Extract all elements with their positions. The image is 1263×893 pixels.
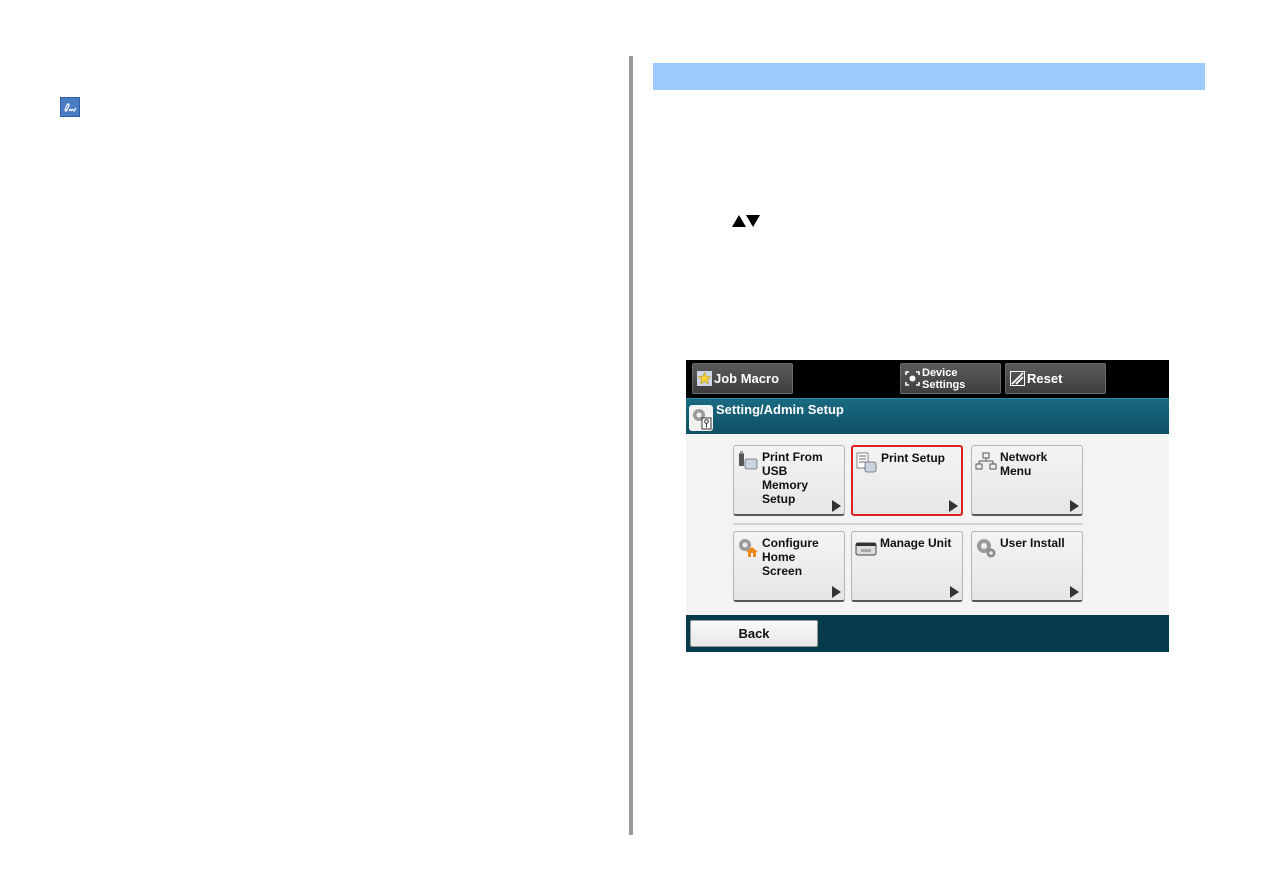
user-install-icon [975, 537, 997, 559]
back-button[interactable]: Back [690, 620, 818, 647]
tile-label: Manage Unit [880, 536, 952, 550]
row-separator [733, 523, 1083, 525]
operator-panel-screen: Job Macro Device Settings Reset Setting/… [686, 360, 1169, 652]
tile-manage-unit[interactable]: Manage Unit [851, 531, 963, 602]
chevron-right-icon [1070, 500, 1079, 512]
chevron-right-icon [949, 500, 958, 512]
panel-bottom-bar: Back [686, 615, 1169, 652]
chevron-right-icon [832, 500, 841, 512]
page-divider [629, 56, 633, 835]
tile-label: Print From USB Memory Setup [762, 450, 823, 506]
manage-unit-icon [855, 537, 877, 559]
tile-user-install[interactable]: User Install [971, 531, 1083, 602]
reset-icon [1010, 371, 1025, 386]
device-settings-label-line2: Settings [922, 378, 966, 391]
tile-label: Print Setup [881, 451, 946, 465]
usb-memory-icon [737, 451, 759, 473]
network-icon [975, 451, 997, 473]
pencil-note-icon [60, 97, 80, 117]
down-arrow-icon [746, 215, 760, 227]
print-setup-icon [856, 452, 878, 474]
admin-setup-gear-key-icon [689, 405, 713, 431]
device-settings-icon [905, 371, 920, 386]
star-icon [697, 371, 712, 386]
reset-label: Reset [1027, 371, 1063, 386]
device-settings-button[interactable]: Device Settings [900, 363, 1001, 394]
reset-button[interactable]: Reset [1005, 363, 1106, 394]
job-macro-label: Job Macro [714, 371, 780, 386]
up-arrow-icon [732, 215, 746, 227]
tile-network-menu[interactable]: Network Menu [971, 445, 1083, 516]
panel-title-bar: Setting/Admin Setup [686, 398, 1169, 435]
panel-top-bar: Job Macro Device Settings Reset [686, 360, 1169, 398]
tile-label: User Install [1000, 536, 1065, 550]
chevron-right-icon [832, 586, 841, 598]
panel-title: Setting/Admin Setup [716, 402, 844, 417]
tile-label: Configure Home Screen [762, 536, 819, 578]
chevron-right-icon [1070, 586, 1079, 598]
tile-print-setup[interactable]: Print Setup [851, 445, 963, 516]
configure-home-icon [737, 537, 759, 559]
job-macro-button[interactable]: Job Macro [692, 363, 793, 394]
section-heading-bar [653, 63, 1205, 90]
device-settings-label-line1: Device [922, 366, 958, 379]
chevron-right-icon [950, 586, 959, 598]
panel-menu-area: Print From USB Memory Setup Print Setup … [686, 434, 1169, 615]
tile-label: Network Menu [1000, 450, 1048, 478]
tile-print-from-usb-memory-setup[interactable]: Print From USB Memory Setup [733, 445, 845, 516]
tile-configure-home-screen[interactable]: Configure Home Screen [733, 531, 845, 602]
